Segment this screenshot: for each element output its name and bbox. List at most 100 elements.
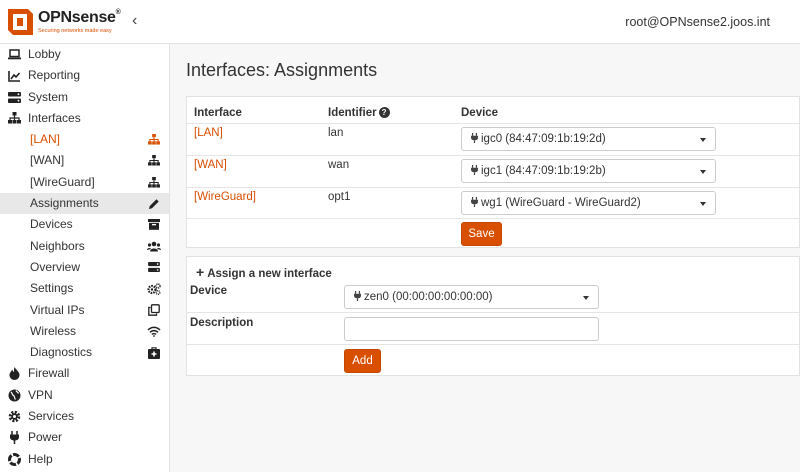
- sidebar-item-label: Interfaces: [28, 110, 81, 125]
- select-value: wg1 (WireGuard - WireGuard2): [481, 197, 641, 209]
- cogs-icon: [147, 278, 161, 299]
- identifier-value: opt1: [328, 191, 351, 203]
- add-button[interactable]: Add: [344, 349, 381, 373]
- medkit-icon: [147, 342, 161, 363]
- sidebar-item-label: VPN: [28, 387, 53, 402]
- column-header-identifier: Identifier?: [328, 107, 390, 119]
- description-input[interactable]: [344, 317, 599, 341]
- sitemap-icon: [147, 150, 161, 171]
- interface-link-wan[interactable]: [WAN]: [194, 159, 227, 171]
- sidebar-item-help[interactable]: Help: [0, 449, 169, 470]
- divider: [187, 344, 799, 345]
- sidebar-item-firewall[interactable]: Firewall: [0, 363, 169, 384]
- interface-link-wireguard[interactable]: [WireGuard]: [194, 191, 256, 203]
- sidebar-item-vpn[interactable]: VPN: [0, 385, 169, 406]
- identifier-value: wan: [328, 159, 350, 171]
- sitemap-icon: [147, 129, 161, 150]
- select-value: igc1 (84:47:09:1b:19:2b): [481, 165, 606, 177]
- plug-icon: [471, 133, 478, 143]
- caret-down-icon: [700, 170, 706, 174]
- sidebar-item-assignments[interactable]: Assignments: [0, 193, 169, 215]
- fire-icon: [7, 363, 21, 384]
- plug-icon: [471, 165, 478, 175]
- sidebar-item-label: Reporting: [28, 68, 81, 83]
- select-value: igc0 (84:47:09:1b:19:2d): [481, 133, 606, 145]
- sidebar: Lobby Reporting System Interfaces [LAN] …: [0, 44, 170, 472]
- column-header-device: Device: [461, 107, 499, 119]
- column-header-interface: Interface: [194, 107, 242, 119]
- chart-icon: [7, 65, 21, 86]
- sidebar-item-wireless[interactable]: Wireless: [0, 321, 169, 342]
- sidebar-item-wireguard[interactable]: [WireGuard]: [0, 172, 169, 193]
- brand-tagline: Securing networks made easy: [38, 28, 112, 34]
- sidebar-item-label: Diagnostics: [30, 345, 93, 360]
- sidebar-item-label: Power: [28, 430, 63, 445]
- divider: [187, 218, 799, 219]
- sidebar-item-services[interactable]: Services: [0, 406, 169, 427]
- device-select-wan[interactable]: igc1 (84:47:09:1b:19:2b): [461, 159, 716, 183]
- plug-icon: [354, 291, 361, 301]
- sidebar-item-devices[interactable]: Devices: [0, 214, 169, 235]
- sidebar-item-wan[interactable]: [WAN]: [0, 150, 169, 171]
- sidebar-item-lobby[interactable]: Lobby: [0, 44, 169, 65]
- sidebar-item-diagnostics[interactable]: Diagnostics: [0, 342, 169, 363]
- users-icon: [147, 236, 161, 257]
- assignments-table: Interface Identifier? Device [LAN] lan i…: [186, 96, 800, 248]
- sidebar-item-label: Lobby: [28, 47, 61, 61]
- divider: [187, 155, 799, 156]
- sidebar-item-label: [WireGuard]: [30, 174, 95, 189]
- select-value: zen0 (00:00:00:00:00:00): [364, 291, 493, 303]
- interface-link-lan[interactable]: [LAN]: [194, 127, 223, 139]
- sidebar-item-overview[interactable]: Overview: [0, 257, 169, 278]
- sitemap-icon: [147, 172, 161, 193]
- sidebar-item-label: Overview: [30, 259, 81, 274]
- divider: [187, 312, 799, 313]
- new-device-select[interactable]: zen0 (00:00:00:00:00:00): [344, 285, 599, 309]
- sidebar-item-reporting[interactable]: Reporting: [0, 65, 169, 86]
- device-select-lan[interactable]: igc0 (84:47:09:1b:19:2d): [461, 127, 716, 151]
- plug-icon: [471, 197, 478, 207]
- plus-icon: +: [196, 264, 205, 280]
- assign-new-interface-panel: + Assign a new interface Device zen0 (00:…: [186, 256, 800, 376]
- save-button[interactable]: Save: [461, 222, 502, 246]
- sidebar-item-interfaces[interactable]: Interfaces: [0, 108, 169, 129]
- sidebar-item-settings[interactable]: Settings: [0, 278, 169, 299]
- sidebar-item-lan[interactable]: [LAN]: [0, 129, 169, 150]
- sidebar-item-label: Firewall: [28, 366, 70, 381]
- sidebar-item-system[interactable]: System: [0, 87, 169, 108]
- laptop-icon: [7, 44, 21, 65]
- device-select-wireguard[interactable]: wg1 (WireGuard - WireGuard2): [461, 191, 716, 215]
- server-icon: [147, 257, 161, 278]
- clone-icon: [147, 300, 161, 321]
- opnsense-logo[interactable]: OPNsense® Securing networks made easy: [4, 6, 126, 38]
- caret-down-icon: [700, 202, 706, 206]
- sidebar-item-neighbors[interactable]: Neighbors: [0, 236, 169, 257]
- brand-name: OPNsense®: [38, 9, 121, 26]
- sidebar-item-label: System: [28, 89, 69, 104]
- sidebar-item-virtual-ips[interactable]: Virtual IPs: [0, 300, 169, 321]
- pencil-icon: [147, 193, 161, 214]
- caret-down-icon: [700, 138, 706, 142]
- divider: [187, 123, 799, 124]
- collapse-sidebar-chevron-icon[interactable]: ‹: [132, 12, 137, 30]
- archive-icon: [147, 214, 161, 235]
- wifi-icon: [147, 321, 161, 342]
- device-label: Device: [190, 285, 228, 297]
- section-title: + Assign a new interface: [196, 264, 332, 280]
- sidebar-item-label: Devices: [30, 217, 73, 232]
- cog-icon: [7, 406, 21, 427]
- main-content: Interfaces: Assignments Interface Identi…: [171, 44, 800, 472]
- help-icon[interactable]: ?: [378, 107, 390, 118]
- sidebar-item-label: Services: [28, 409, 75, 424]
- divider: [187, 187, 799, 188]
- server-icon: [7, 87, 21, 108]
- user-menu[interactable]: root@OPNsense2.joos.int: [625, 15, 770, 29]
- globe-icon: [7, 385, 21, 406]
- identifier-value: lan: [328, 127, 344, 139]
- sidebar-item-label: Assignments: [30, 196, 99, 211]
- sidebar-item-label: Neighbors: [30, 238, 85, 253]
- lifebuoy-icon: [7, 449, 21, 470]
- sidebar-item-power[interactable]: Power: [0, 427, 169, 448]
- sidebar-item-label: [LAN]: [30, 132, 61, 147]
- description-label: Description: [190, 317, 254, 329]
